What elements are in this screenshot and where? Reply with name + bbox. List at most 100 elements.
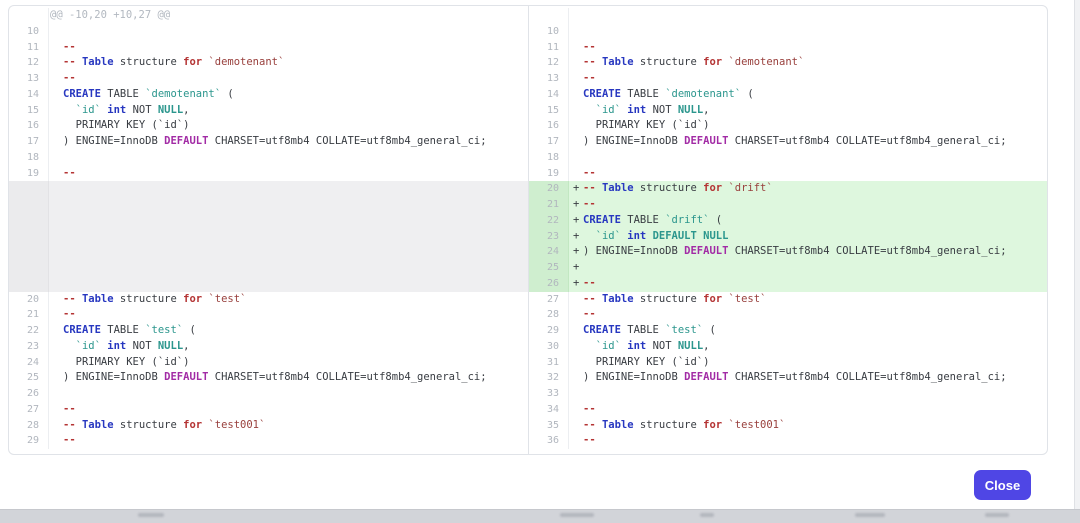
code-line: CREATE TABLE `demotenant` ( bbox=[49, 87, 528, 103]
line-number: 13 bbox=[529, 71, 569, 87]
code-token: int bbox=[627, 340, 646, 352]
code-token: `id` bbox=[76, 104, 101, 116]
code-line: PRIMARY KEY (`id`) bbox=[49, 355, 528, 371]
code-token: `test` bbox=[208, 293, 246, 305]
code-line: +CREATE TABLE `drift` ( bbox=[569, 213, 1047, 229]
code-token: ) ENGINE=InnoDB bbox=[63, 371, 164, 383]
diff-row: 23 `id` int NOT NULL, bbox=[9, 339, 528, 355]
code-line: `id` int NOT NULL, bbox=[569, 339, 1047, 355]
code-token: `test001` bbox=[728, 419, 785, 431]
line-number: 15 bbox=[9, 103, 49, 119]
code-token: ( bbox=[183, 324, 196, 336]
code-token: -- bbox=[583, 167, 596, 179]
code-token: Table bbox=[602, 419, 634, 431]
code-token: `drift` bbox=[665, 214, 709, 226]
line-number: 16 bbox=[9, 118, 49, 134]
code-token: CHARSET=utf8mb4 COLLATE=utf8mb4_general_… bbox=[728, 135, 1006, 147]
background-blur-text bbox=[560, 513, 594, 517]
code-token: DEFAULT bbox=[684, 135, 728, 147]
code-token: int bbox=[627, 104, 646, 116]
code-token: ) ENGINE=InnoDB bbox=[63, 135, 164, 147]
line-number: 12 bbox=[529, 55, 569, 71]
code-token: NOT bbox=[646, 104, 678, 116]
diff-row: 14CREATE TABLE `demotenant` ( bbox=[529, 87, 1047, 103]
diff-row: 11-- bbox=[9, 40, 528, 56]
added-diff-row: 21+-- bbox=[529, 197, 1047, 213]
code-token: `id` bbox=[596, 104, 621, 116]
line-number: 35 bbox=[529, 418, 569, 434]
code-line bbox=[49, 386, 528, 402]
code-token: `id` bbox=[596, 340, 621, 352]
diff-row: 14CREATE TABLE `demotenant` ( bbox=[9, 87, 528, 103]
diff-row: 20-- Table structure for `test` bbox=[9, 292, 528, 308]
diff-row: 36-- bbox=[529, 433, 1047, 449]
code-line: -- bbox=[569, 433, 1047, 449]
code-line: -- bbox=[569, 166, 1047, 182]
code-line: -- bbox=[569, 402, 1047, 418]
hunk-header-text: @@ -10,20 +10,27 @@ bbox=[36, 8, 528, 24]
code-line: -- bbox=[49, 166, 528, 182]
code-token: TABLE bbox=[101, 88, 145, 100]
code-token: TABLE bbox=[621, 324, 665, 336]
diff-row: 17) ENGINE=InnoDB DEFAULT CHARSET=utf8mb… bbox=[529, 134, 1047, 150]
diff-row: 12-- Table structure for `demotenant` bbox=[9, 55, 528, 71]
code-token: CREATE bbox=[583, 88, 621, 100]
code-line: +-- bbox=[569, 197, 1047, 213]
code-token: -- bbox=[63, 434, 76, 446]
added-line-marker: + bbox=[573, 213, 579, 229]
line-number: 19 bbox=[529, 166, 569, 182]
code-line: -- bbox=[49, 402, 528, 418]
diff-row: 12-- Table structure for `demotenant` bbox=[529, 55, 1047, 71]
diff-viewer-panel: @@ -10,20 +10,27 @@1011--12-- Table stru… bbox=[8, 5, 1048, 455]
code-line: +) ENGINE=InnoDB DEFAULT CHARSET=utf8mb4… bbox=[569, 244, 1047, 260]
code-token: -- bbox=[63, 167, 76, 179]
code-token: -- bbox=[583, 41, 596, 53]
background-blur-text bbox=[985, 513, 1009, 517]
code-token: `test001` bbox=[208, 419, 265, 431]
code-token: CREATE bbox=[583, 324, 621, 336]
code-line: +-- Table structure for `drift` bbox=[569, 181, 1047, 197]
code-token: structure bbox=[634, 419, 704, 431]
code-line bbox=[569, 386, 1047, 402]
code-line: PRIMARY KEY (`id`) bbox=[49, 118, 528, 134]
code-line: `id` int NOT NULL, bbox=[49, 339, 528, 355]
code-line bbox=[569, 24, 1047, 40]
code-token: ) ENGINE=InnoDB bbox=[583, 245, 684, 257]
code-token bbox=[63, 104, 76, 116]
close-button[interactable]: Close bbox=[974, 470, 1031, 500]
line-number: 10 bbox=[9, 24, 49, 40]
code-token: -- bbox=[583, 277, 596, 289]
code-token: for bbox=[183, 293, 202, 305]
code-token: structure bbox=[634, 56, 704, 68]
diff-row: 10 bbox=[529, 24, 1047, 40]
code-token: for bbox=[703, 293, 722, 305]
code-line: ) ENGINE=InnoDB DEFAULT CHARSET=utf8mb4 … bbox=[569, 370, 1047, 386]
code-token: , bbox=[183, 104, 189, 116]
code-token: NULL bbox=[678, 104, 703, 116]
code-token: PRIMARY KEY (`id`) bbox=[63, 119, 189, 131]
code-token: for bbox=[703, 182, 722, 194]
code-token: NOT bbox=[126, 104, 158, 116]
diff-row: 29-- bbox=[9, 433, 528, 449]
page-scrollbar[interactable] bbox=[1074, 0, 1080, 509]
line-number: 14 bbox=[529, 87, 569, 103]
line-number: 27 bbox=[529, 292, 569, 308]
code-token: structure bbox=[114, 56, 184, 68]
code-token: `demotenant` bbox=[208, 56, 284, 68]
code-token: Table bbox=[602, 293, 634, 305]
line-number: 18 bbox=[529, 150, 569, 166]
code-token: NULL bbox=[158, 104, 183, 116]
code-token: -- bbox=[583, 198, 596, 210]
code-line: -- bbox=[569, 307, 1047, 323]
line-number: 10 bbox=[529, 24, 569, 40]
diff-row: 15 `id` int NOT NULL, bbox=[529, 103, 1047, 119]
diff-row: 18 bbox=[9, 150, 528, 166]
code-token: `test` bbox=[665, 324, 703, 336]
code-token: structure bbox=[634, 293, 704, 305]
diff-row: 22CREATE TABLE `test` ( bbox=[9, 323, 528, 339]
code-token: ( bbox=[703, 324, 716, 336]
gap-gutter bbox=[9, 181, 49, 291]
code-line: -- Table structure for `test` bbox=[49, 292, 528, 308]
diff-row: 17) ENGINE=InnoDB DEFAULT CHARSET=utf8mb… bbox=[9, 134, 528, 150]
code-token: ( bbox=[741, 88, 754, 100]
